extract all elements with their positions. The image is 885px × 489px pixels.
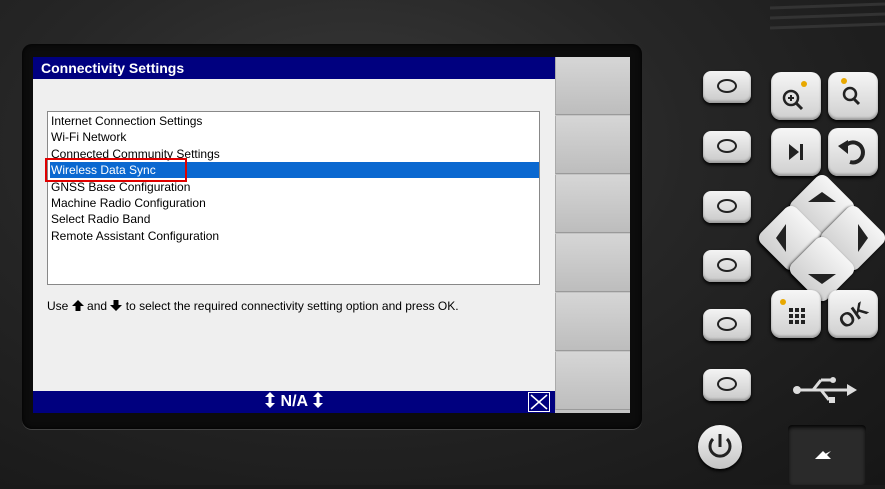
power-button[interactable]: [698, 425, 742, 469]
speaker-grille: [770, 2, 885, 30]
ring-icon: [717, 79, 737, 93]
ok-label: OK: [835, 298, 873, 334]
status-value-group: N/A: [33, 391, 555, 413]
list-item-select-radio-band[interactable]: Select Radio Band: [50, 211, 539, 227]
list-item-remote-assistant-configuration[interactable]: Remote Assistant Configuration: [50, 228, 539, 244]
up-down-arrow-icon: [265, 392, 276, 408]
usb-port-cover[interactable]: [788, 425, 866, 485]
softkey-panel: [555, 57, 630, 413]
back-button[interactable]: [828, 128, 878, 176]
status-bar: N/A: [33, 391, 555, 413]
ok-button[interactable]: OK: [828, 290, 878, 338]
softkey-5[interactable]: [555, 293, 630, 351]
ok-label-graphic: OK: [835, 298, 873, 334]
usb-icon: [793, 377, 857, 403]
list-item-internet-connection-settings[interactable]: Internet Connection Settings: [50, 113, 539, 129]
instruction-conjunction: and: [87, 299, 108, 313]
eject-triangle-icon: [815, 451, 831, 459]
zoom-in-button[interactable]: [771, 72, 821, 120]
hardware-softkey-button-4[interactable]: [703, 250, 751, 282]
softkey-2[interactable]: [555, 116, 630, 174]
instruction-prefix: Use: [47, 299, 69, 313]
zoom-out-button[interactable]: [828, 72, 878, 120]
hardware-softkey-button-2[interactable]: [703, 131, 751, 163]
up-arrow-icon: [71, 300, 84, 311]
hardware-softkey-button-6[interactable]: [703, 369, 751, 401]
instruction-suffix: to select the required connectivity sett…: [125, 299, 459, 313]
ring-icon: [717, 199, 737, 213]
display-screen: Connectivity Settings Internet Connectio…: [33, 57, 630, 413]
list-item-machine-radio-configuration[interactable]: Machine Radio Configuration: [50, 195, 539, 211]
close-icon: [530, 394, 548, 410]
connectivity-options-list[interactable]: Internet Connection Settings Wi-Fi Netwo…: [47, 111, 540, 285]
softkey-6[interactable]: [555, 352, 630, 410]
power-icon: [708, 434, 732, 458]
ring-icon: [717, 139, 737, 153]
softkey-3[interactable]: [555, 175, 630, 233]
hardware-softkey-button-3[interactable]: [703, 191, 751, 223]
window-title: Connectivity Settings: [33, 57, 555, 79]
ring-icon: [717, 258, 737, 272]
zoom-out-icon: [841, 78, 861, 106]
skip-button[interactable]: [771, 128, 821, 176]
zoom-in-icon: [782, 81, 807, 111]
ring-icon: [717, 377, 737, 391]
down-triangle-icon: [808, 274, 836, 284]
down-arrow-icon: [110, 300, 123, 311]
left-triangle-icon: [776, 224, 786, 252]
ring-icon: [717, 317, 737, 331]
instruction-text: Use and to select the required connectiv…: [47, 299, 459, 313]
directional-pad: [755, 171, 885, 305]
hardware-softkey-button-5[interactable]: [703, 309, 751, 341]
right-triangle-icon: [858, 224, 868, 252]
up-triangle-icon: [808, 192, 836, 202]
selection-highlight-box: [45, 158, 187, 182]
list-item-wifi-network[interactable]: Wi-Fi Network: [50, 129, 539, 145]
up-down-arrow-icon: [312, 392, 323, 408]
softkey-1[interactable]: [555, 57, 630, 115]
undo-arrow-icon: [838, 140, 865, 165]
softkey-4[interactable]: [555, 234, 630, 292]
status-value: N/A: [280, 393, 308, 410]
keypad-button[interactable]: [771, 290, 821, 338]
close-button[interactable]: [528, 392, 550, 412]
keypad-icon: [780, 299, 805, 324]
dpad-arrows: [776, 192, 868, 284]
hardware-softkey-button-1[interactable]: [703, 71, 751, 103]
skip-forward-icon: [789, 144, 803, 160]
